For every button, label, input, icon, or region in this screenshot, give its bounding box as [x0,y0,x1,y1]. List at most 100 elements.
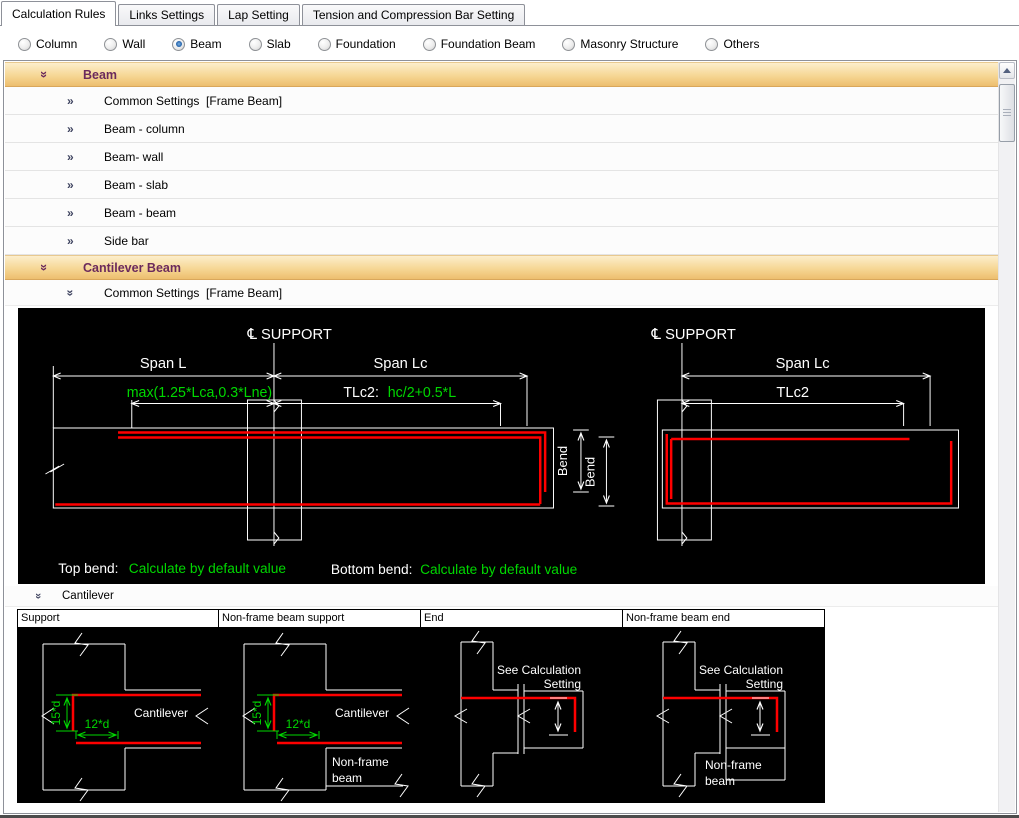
item-beam-beam[interactable]: » Beam - beam [5,199,998,227]
radio-label: Foundation Beam [441,37,536,51]
see-calculation-setting-line2: Setting [746,677,783,691]
span-l-formula: max(1.25*Lca,0.3*Lne) [127,385,272,401]
radio-label: Slab [267,37,291,51]
chevron-double-down-icon: » [41,67,55,82]
panel-title: End [421,610,622,628]
panel-diagram: 15*d 12*d Cantilever [18,628,218,802]
item-common-settings-cantilever[interactable]: » Common Settings [Frame Beam] [5,280,998,306]
see-calculation-setting-line2: Setting [544,677,581,691]
item-side-bar[interactable]: » Side bar [5,227,998,255]
radio-label: Masonry Structure [580,37,678,51]
item-label: Beam - beam [104,206,176,220]
chevron-double-down-icon: » [35,590,48,602]
anchorage-length-dim: 12*d [85,717,110,731]
radio-masonry-structure[interactable]: Masonry Structure [562,37,678,51]
chevron-double-right-icon: » [67,234,82,248]
cantilever-common-settings-diagram: ℄ SUPPORT Span L max(1.25*Lca,0.3*Lne) S… [18,308,985,584]
span-l-label: Span L [140,356,187,372]
item-label: Beam - slab [104,178,168,192]
tab-links-settings[interactable]: Links Settings [118,4,215,25]
cantilever-detail-panels: Support [17,609,998,803]
chevron-double-down-icon: » [41,260,55,275]
item-cantilever[interactable]: » Cantilever [5,586,998,607]
tlc2-label: TLc2: [343,385,379,401]
radio-beam[interactable]: Beam [172,37,221,51]
radio-circle-icon [18,38,31,51]
beam-span-diagram: ℄ SUPPORT Span L max(1.25*Lca,0.3*Lne) S… [18,308,985,584]
tab-tension-compression-bar-setting[interactable]: Tension and Compression Bar Setting [302,4,525,25]
item-beam-slab[interactable]: » Beam - slab [5,171,998,199]
content-frame: » Beam » Common Settings [Frame Beam] » … [3,60,1017,814]
end-detail-diagram: See Calculation Setting [421,628,621,802]
radio-foundation-beam[interactable]: Foundation Beam [423,37,536,51]
support-centerline-label: ℄ SUPPORT [651,327,736,343]
section-header-cantilever-beam[interactable]: » Cantilever Beam [5,255,998,280]
panel-diagram: See Calculation Setting Non-frame beam [623,628,824,802]
bend-outer-label: Bend [555,446,570,476]
radio-label: Others [723,37,759,51]
radio-circle-icon [562,38,575,51]
panel-support: Support [17,609,219,803]
radio-circle-icon [705,38,718,51]
chevron-double-down-icon: » [67,286,82,300]
radio-label: Column [36,37,77,51]
non-frame-beam-support-detail-diagram: 15*d 12*d Cantilever Non-frame beam [219,628,419,802]
top-bend-label: Top bend: [58,560,118,576]
chevron-double-right-icon: » [67,122,82,136]
item-beam-column[interactable]: » Beam - column [5,115,998,143]
non-frame-beam-label-line2: beam [332,771,362,785]
panel-non-frame-beam-end: Non-frame beam end [623,609,825,803]
radio-column[interactable]: Column [18,37,77,51]
support-centerline-label: ℄ SUPPORT [247,327,332,343]
non-frame-beam-label-line1: Non-frame [705,758,762,772]
tab-bar: Calculation Rules Links Settings Lap Set… [0,0,1019,26]
span-lc-label: Span Lc [776,356,831,372]
panel-diagram: 15*d 12*d Cantilever Non-frame beam [219,628,420,802]
tab-lap-setting[interactable]: Lap Setting [217,4,300,25]
cantilever-label: Cantilever [134,706,188,720]
scroll-up-button[interactable] [999,62,1015,79]
accordion: » Beam » Common Settings [Frame Beam] » … [5,62,998,812]
chevron-double-right-icon: » [67,150,82,164]
chevron-double-right-icon: » [67,206,82,220]
bend-inner-label: Bend [583,457,598,487]
chevron-double-right-icon: » [67,94,82,108]
tab-calculation-rules[interactable]: Calculation Rules [1,1,116,26]
see-calculation-setting-line1: See Calculation [699,663,783,677]
bend-settings-labels: Top bend: Calculate by default value Bot… [58,560,577,577]
section-title: Beam [83,68,117,82]
span-lc-label: Span Lc [374,356,429,372]
section-title: Cantilever Beam [83,261,181,275]
scrollbar-thumb[interactable] [999,84,1015,142]
item-beam-wall[interactable]: » Beam- wall [5,143,998,171]
section-header-beam[interactable]: » Beam [5,62,998,87]
left-support-drawing: ℄ SUPPORT Span L max(1.25*Lca,0.3*Lne) S… [45,327,614,546]
panel-diagram: See Calculation Setting [421,628,622,802]
hook-length-dim: 15*d [250,701,264,726]
top-bend-value: Calculate by default value [129,560,286,576]
radio-wall[interactable]: Wall [104,37,145,51]
bottom-bend-label: Bottom bend: [331,561,413,577]
item-label: Side bar [104,234,149,248]
panel-non-frame-beam-support: Non-frame beam support [219,609,421,803]
tlc2-formula: hc/2+0.5*L [388,385,456,401]
radio-circle-selected-icon [172,38,185,51]
see-calculation-setting-line1: See Calculation [497,663,581,677]
panel-title: Non-frame beam support [219,610,420,628]
radio-circle-icon [104,38,117,51]
panel-title: Support [18,610,218,628]
radio-slab[interactable]: Slab [249,37,291,51]
radio-foundation[interactable]: Foundation [318,37,396,51]
item-label: Beam - column [104,122,185,136]
scrollbar-grip-icon [1003,109,1011,117]
right-support-drawing: ℄ SUPPORT Span Lc TLc2 [651,327,959,546]
radio-circle-icon [318,38,331,51]
support-detail-diagram: 15*d 12*d Cantilever [18,628,218,802]
radio-others[interactable]: Others [705,37,759,51]
tlc2-label: TLc2 [776,385,809,401]
member-type-radio-group: Column Wall Beam Slab Foundation Foundat… [0,31,1019,57]
non-frame-beam-end-detail-diagram: See Calculation Setting Non-frame beam [623,628,823,802]
vertical-scrollbar[interactable] [998,62,1015,812]
item-common-settings-frame-beam[interactable]: » Common Settings [Frame Beam] [5,87,998,115]
radio-circle-icon [423,38,436,51]
